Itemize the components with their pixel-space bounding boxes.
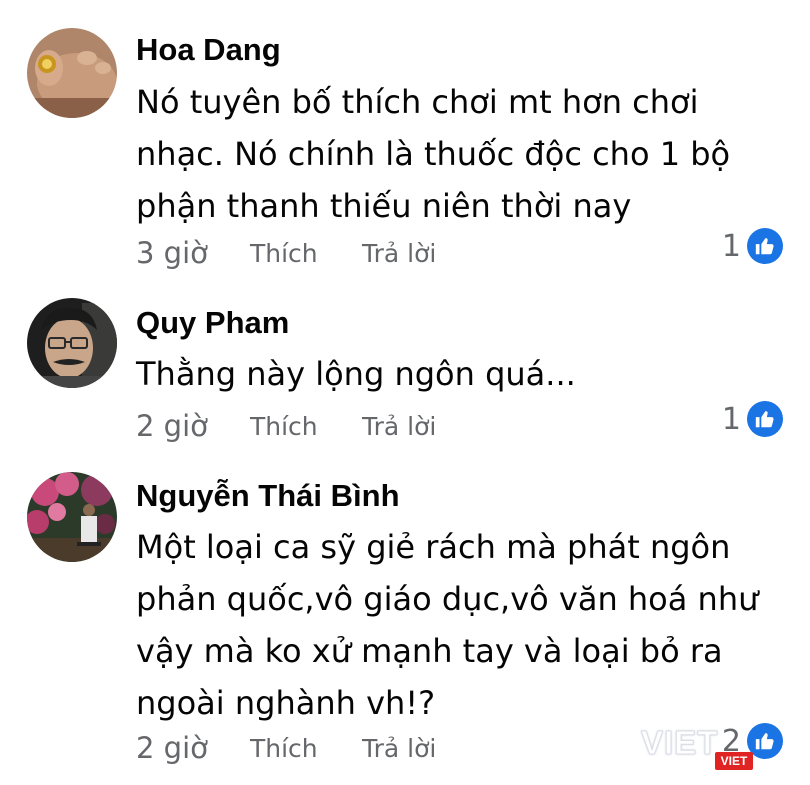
comment-timestamp[interactable]: 2 giờ bbox=[136, 409, 250, 443]
comment-text: Thằng này lộng ngôn quá... bbox=[136, 355, 576, 393]
reaction-summary[interactable]: 1 bbox=[722, 228, 783, 264]
watermark-text: VIET bbox=[640, 724, 719, 762]
avatar[interactable] bbox=[27, 472, 117, 562]
reaction-count: 1 bbox=[721, 228, 741, 264]
comment-author[interactable]: Nguyễn Thái Bình bbox=[136, 478, 400, 514]
comment-timestamp[interactable]: 2 giờ bbox=[136, 731, 250, 765]
comment-text: Nó tuyên bố thích chơi mt hơn chơi nhạc.… bbox=[136, 83, 731, 225]
reply-link[interactable]: Trả lời bbox=[362, 734, 436, 763]
comment-author[interactable]: Quy Pham bbox=[136, 305, 289, 341]
comment-actions: 3 giờ Thích Trả lời bbox=[136, 233, 436, 273]
thumbs-up-icon bbox=[747, 228, 783, 264]
reply-link[interactable]: Trả lời bbox=[362, 412, 436, 441]
like-link[interactable]: Thích bbox=[250, 412, 362, 441]
reply-link[interactable]: Trả lời bbox=[362, 239, 436, 268]
watermark-badge: VIET bbox=[715, 752, 753, 770]
avatar-image bbox=[27, 298, 117, 388]
reaction-summary[interactable]: 1 bbox=[722, 401, 783, 437]
comment-text: Một loại ca sỹ giẻ rách mà phát ngôn phả… bbox=[136, 528, 759, 722]
thumbs-up-icon bbox=[747, 401, 783, 437]
like-link[interactable]: Thích bbox=[250, 239, 362, 268]
watermark-logo: VIET VIET bbox=[637, 714, 755, 774]
avatar[interactable] bbox=[27, 28, 117, 118]
avatar[interactable] bbox=[27, 298, 117, 388]
avatar-image bbox=[27, 28, 117, 118]
comment-actions: 2 giờ Thích Trả lời bbox=[136, 728, 436, 768]
reaction-count: 1 bbox=[721, 401, 741, 437]
comment-actions: 2 giờ Thích Trả lời bbox=[136, 406, 436, 446]
like-link[interactable]: Thích bbox=[250, 734, 362, 763]
comment-timestamp[interactable]: 3 giờ bbox=[136, 236, 250, 270]
comment-author[interactable]: Hoa Dang bbox=[136, 32, 281, 68]
avatar-image bbox=[27, 472, 117, 562]
